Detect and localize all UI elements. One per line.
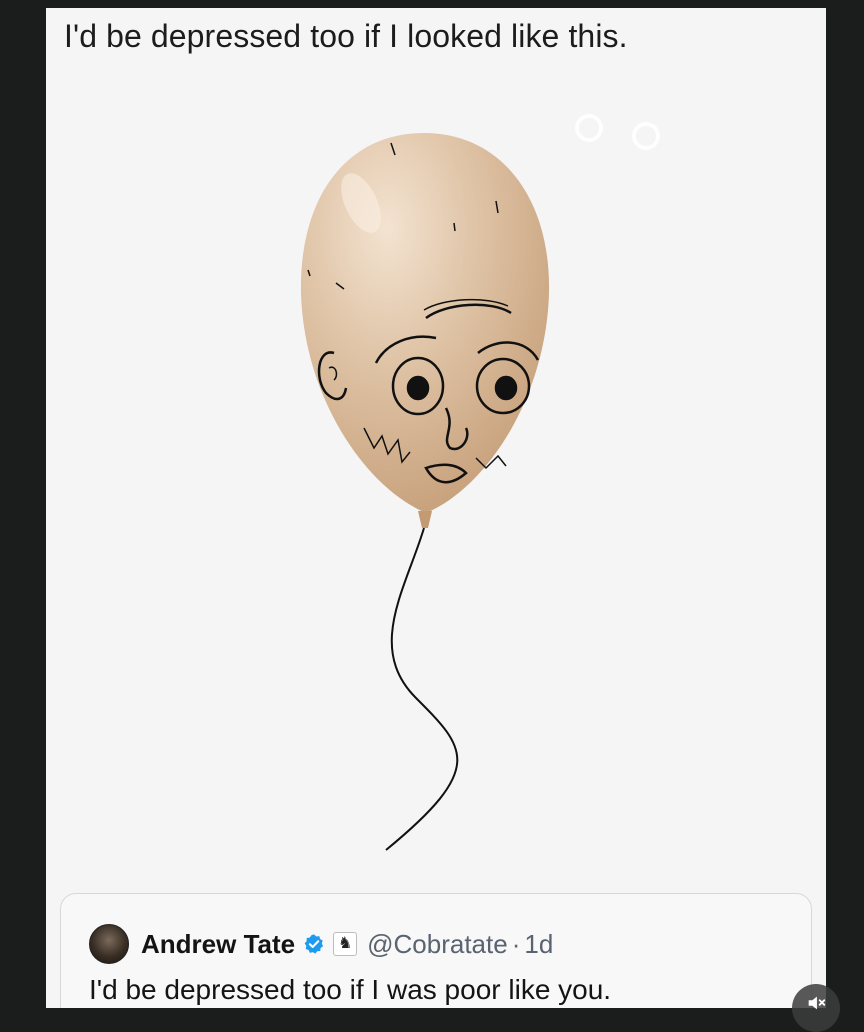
balloon-illustration [300,114,660,851]
avatar[interactable] [89,924,129,964]
mute-toggle-button[interactable] [792,984,840,1032]
display-name[interactable]: Andrew Tate [141,929,295,960]
speaker-muted-icon [808,996,826,1010]
timestamp[interactable]: 1d [524,929,553,960]
verified-check-icon [304,934,324,954]
balloon-string [385,527,459,851]
balloon-knot [418,511,432,528]
separator-dot: · [511,928,521,959]
chess-knight-icon: ♞ [333,932,358,956]
quoted-tweet-text: I'd be depressed too if I was poor like … [89,974,612,1005]
quoted-tweet-header: Andrew Tate ♞ @Cobratate · 1d [89,924,553,964]
post-frame: I'd be depressed too if I looked like th… [46,8,826,1008]
handle[interactable]: @Cobratate [367,929,508,960]
balloon-body [300,133,550,513]
quoted-tweet-card[interactable]: Andrew Tate ♞ @Cobratate · 1d I'd be dep… [60,893,812,1008]
